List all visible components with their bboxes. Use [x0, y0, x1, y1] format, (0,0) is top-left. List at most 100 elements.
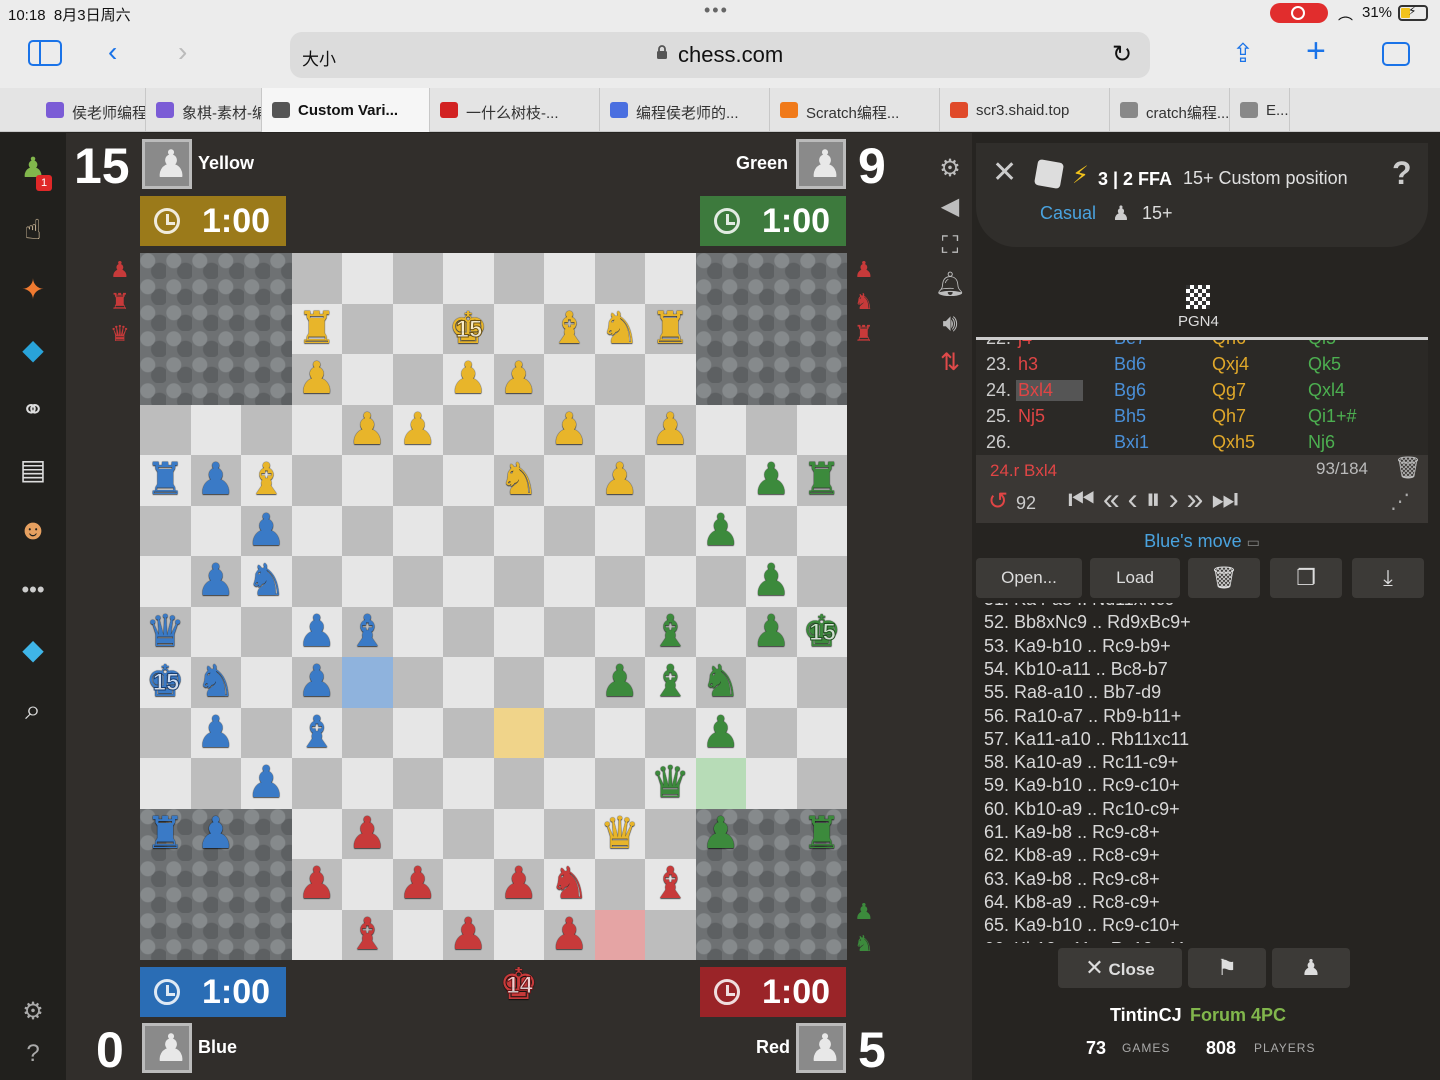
learn-icon[interactable]: ◆ — [14, 331, 52, 369]
green-piece[interactable]: ♝ — [645, 607, 696, 658]
board-square[interactable] — [594, 404, 645, 455]
board-square[interactable] — [443, 859, 494, 910]
board-square[interactable] — [342, 505, 393, 556]
board-square[interactable] — [544, 455, 595, 506]
green-piece[interactable]: ♜ — [797, 455, 848, 506]
board-square[interactable] — [443, 253, 494, 304]
board-square[interactable] — [392, 354, 443, 405]
board-square[interactable] — [645, 253, 696, 304]
board-square[interactable] — [594, 556, 645, 607]
move-cell[interactable]: Qk5 — [1308, 354, 1341, 375]
board-square[interactable] — [443, 505, 494, 556]
board-square[interactable] — [493, 657, 544, 708]
board-square[interactable] — [544, 808, 595, 859]
board-square[interactable] — [645, 354, 696, 405]
board-square[interactable] — [342, 758, 393, 809]
board-square[interactable] — [291, 455, 342, 506]
pgn-label[interactable]: PGN4 — [1178, 313, 1219, 330]
history-line[interactable]: 56. Ra10-a7 .. Rb9-b11+ — [984, 706, 1181, 729]
back-icon[interactable]: ‹ — [108, 36, 117, 68]
yellow-piece[interactable]: ♜ — [292, 304, 343, 355]
board-square[interactable] — [493, 404, 544, 455]
blue-piece[interactable]: ♞ — [191, 657, 242, 708]
yellow-piece[interactable]: ♟ — [595, 455, 646, 506]
board-square[interactable] — [392, 657, 443, 708]
board-square[interactable] — [796, 657, 847, 708]
red-avatar[interactable] — [796, 1023, 846, 1073]
yellow-piece[interactable]: ♝ — [241, 455, 292, 506]
sidebar-toggle-icon[interactable] — [28, 40, 62, 66]
trash-icon[interactable]: 🗑︎ — [1394, 455, 1422, 481]
new-tab-icon[interactable]: + — [1306, 32, 1326, 71]
board-square[interactable] — [544, 253, 595, 304]
board-square[interactable] — [645, 707, 696, 758]
board-square[interactable] — [342, 455, 393, 506]
move-history-list[interactable]: 51. Ka4-a8 .. Nd11xNc952. Bb8xNc9 .. Rd9… — [984, 603, 1424, 943]
board-square[interactable] — [241, 707, 292, 758]
green-piece[interactable]: ♜ — [797, 809, 848, 860]
search-icon[interactable]: ⌕ — [14, 691, 52, 729]
move-cell[interactable]: Qi5 — [1308, 340, 1336, 349]
page-size-button[interactable]: 大小 — [302, 45, 336, 70]
board-square[interactable] — [392, 707, 443, 758]
delete-icon[interactable]: 🗑︎ — [1188, 558, 1260, 598]
blue-piece[interactable]: ♟ — [241, 758, 292, 809]
green-piece[interactable]: ♝ — [645, 657, 696, 708]
green-piece[interactable]: ♛ — [645, 758, 696, 809]
pgn-checkered-icon[interactable] — [1186, 285, 1210, 309]
board-square[interactable] — [140, 505, 191, 556]
blue-piece[interactable]: ♛ — [140, 607, 191, 658]
blue-piece[interactable]: ♜ — [140, 809, 191, 860]
history-line[interactable]: 53. Ka9-b10 .. Rc9-b9+ — [984, 636, 1171, 659]
blue-piece[interactable]: ♟ — [241, 506, 292, 557]
share-icon[interactable]: ⇪ — [1232, 38, 1254, 69]
yellow-piece[interactable]: ♟ — [292, 354, 343, 405]
red-piece[interactable]: ♟ — [393, 859, 444, 910]
multitask-dots-icon[interactable]: ••• — [704, 0, 729, 21]
close-tab-icon[interactable] — [272, 102, 290, 118]
open-button[interactable]: Open... — [976, 558, 1082, 598]
fullscreen-icon[interactable]: ⛶ — [930, 232, 970, 262]
board-square[interactable] — [140, 707, 191, 758]
green-piece[interactable]: ♟ — [746, 556, 797, 607]
move-cell[interactable]: Be7 — [1114, 340, 1146, 349]
help-icon[interactable]: ? — [14, 1035, 52, 1073]
move-cell[interactable]: Bxi1 — [1114, 432, 1149, 453]
settings-gear-icon[interactable]: ⚙ — [14, 993, 52, 1031]
tab-item[interactable]: Custom Vari... — [262, 88, 430, 132]
board-square[interactable] — [190, 758, 241, 809]
board-square[interactable] — [392, 606, 443, 657]
board-square[interactable] — [342, 707, 393, 758]
move-cell[interactable]: Qxj4 — [1212, 354, 1249, 375]
tab-item[interactable]: cratch编程... — [1110, 88, 1230, 132]
board-square[interactable] — [594, 758, 645, 809]
yellow-name[interactable]: Yellow — [198, 153, 254, 174]
yellow-piece[interactable]: ♟ — [393, 405, 444, 456]
move-cell[interactable]: Bxl4 — [1016, 380, 1084, 401]
green-name[interactable]: Green — [736, 153, 788, 174]
board-square[interactable] — [190, 505, 241, 556]
board-square[interactable] — [746, 707, 797, 758]
address-bar[interactable]: 大小 chess.com ↻ — [290, 32, 1150, 78]
board-square[interactable] — [392, 303, 443, 354]
yellow-avatar[interactable] — [142, 139, 192, 189]
screen-record-icon[interactable] — [1270, 3, 1328, 23]
chess-pawn-logo-icon[interactable]: ♟ 1 — [14, 149, 52, 191]
board-square[interactable] — [594, 707, 645, 758]
four-player-chess-board[interactable]: ♜ ♚ ♝ ♞ ♜ ♟ ♟ ♟ ♟ ♟ ♟ ♟ ♜ ♟ ♝ ♞ ♟ ♟ ♜ ♟ ♟ ♟ ♞ ♟ ♛ ♟ ♝ ♝ ♟ ♚ ♚ ♞ ♟ ♟ ♝ ♞ ♟ ♝ ♟ ♟… — [140, 253, 848, 1009]
board-square[interactable] — [443, 404, 494, 455]
board-square[interactable] — [594, 253, 645, 304]
red-piece[interactable]: ♟ — [494, 859, 545, 910]
board-square[interactable] — [443, 758, 494, 809]
analysis-pawns-icon[interactable]: ♟ — [1272, 948, 1350, 988]
yellow-piece[interactable]: ♟ — [443, 354, 494, 405]
collapse-left-icon[interactable]: ◀ — [930, 192, 970, 222]
board-square[interactable] — [342, 556, 393, 607]
move-cell[interactable]: Nj6 — [1308, 432, 1335, 453]
load-button[interactable]: Load — [1090, 558, 1180, 598]
move-cell[interactable]: Qg7 — [1212, 380, 1246, 401]
yellow-piece[interactable]: ♟ — [342, 405, 393, 456]
blue-piece[interactable]: ♟ — [191, 708, 242, 759]
history-line[interactable]: 58. Ka10-a9 .. Rc11-c9+ — [984, 752, 1178, 775]
green-piece[interactable]: ♟ — [746, 607, 797, 658]
